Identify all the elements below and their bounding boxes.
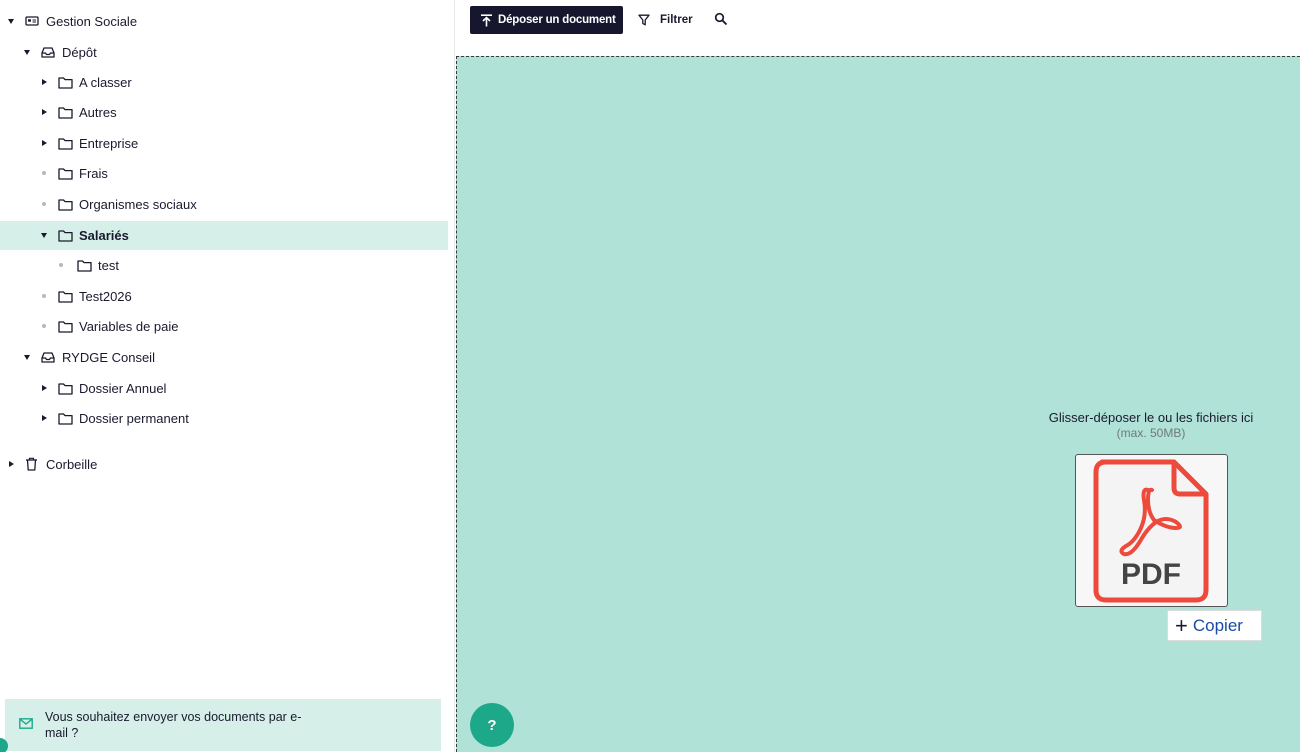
filter-label: Filtrer: [660, 14, 693, 26]
copy-label: Copier: [1192, 615, 1243, 635]
tree-node-label: Autres: [79, 104, 117, 120]
expand-toggle[interactable]: [22, 47, 32, 57]
inbox-tray-icon: [41, 350, 56, 364]
leaf-bullet: [39, 168, 49, 178]
folder-icon: [58, 411, 73, 425]
email-upload-banner[interactable]: Vous souhaitez envoyer vos documents par…: [5, 699, 441, 751]
email-banner-text: Vous souhaitez envoyer vos documents par…: [45, 710, 302, 740]
tree-node-frais[interactable]: Frais: [0, 158, 448, 188]
dragged-pdf-file[interactable]: PDF: [1075, 454, 1228, 607]
folder-tree-panel: Gestion Sociale Dépôt A classer Autres E…: [0, 0, 455, 752]
tree-node-label: Corbeille: [46, 456, 98, 472]
folder-icon: [58, 229, 73, 243]
help-button[interactable]: ?: [470, 703, 514, 747]
folder-icon: [58, 381, 73, 395]
trash-icon: [25, 457, 40, 471]
expand-toggle[interactable]: [39, 413, 49, 423]
folder-icon: [58, 105, 73, 119]
expand-toggle[interactable]: [39, 77, 49, 87]
upload-icon: [480, 13, 493, 27]
tree-node-test[interactable]: test: [0, 250, 448, 280]
tree-node-dossier-annuel[interactable]: Dossier Annuel: [0, 373, 448, 403]
pdf-file-icon: PDF: [1093, 459, 1208, 602]
folder-icon: [58, 197, 73, 211]
tree-node-label: Test2026: [79, 288, 132, 304]
tree-node-rydge-conseil[interactable]: RYDGE Conseil: [0, 342, 448, 372]
tree-node-salaries[interactable]: Salariés: [0, 221, 448, 250]
tree-node-organismes-sociaux[interactable]: Organismes sociaux: [0, 189, 448, 219]
expand-toggle[interactable]: [39, 231, 49, 241]
drop-instruction: Glisser-déposer le ou les fichiers ici: [1048, 410, 1254, 425]
folder-icon: [58, 75, 73, 89]
id-card-icon: [25, 14, 40, 28]
tree-node-label: Variables de paie: [79, 318, 179, 334]
folder-icon: [77, 258, 92, 272]
leaf-bullet: [39, 199, 49, 209]
document-toolbar: Déposer un document Filtrer: [456, 0, 1300, 56]
tree-node-label: Gestion Sociale: [46, 13, 138, 29]
expand-toggle[interactable]: [39, 107, 49, 117]
tree-node-label: Dossier Annuel: [79, 380, 167, 396]
folder-icon: [58, 289, 73, 303]
folder-icon: [58, 136, 73, 150]
tree-node-label: Dossier permanent: [79, 410, 189, 426]
upload-document-button[interactable]: Déposer un document: [470, 6, 623, 34]
tree-node-gestion-sociale[interactable]: Gestion Sociale: [0, 6, 448, 36]
leaf-bullet: [56, 260, 66, 270]
folder-icon: [58, 319, 73, 333]
copy-drop-indicator: + Copier: [1167, 610, 1262, 641]
tree-node-label: A classer: [79, 74, 132, 90]
tree-node-label: Organismes sociaux: [79, 196, 197, 212]
tree-node-label: RYDGE Conseil: [62, 349, 155, 365]
folder-icon: [58, 166, 73, 180]
expand-toggle[interactable]: [39, 383, 49, 393]
tree-node-variables-de-paie[interactable]: Variables de paie: [0, 311, 448, 341]
leaf-bullet: [39, 321, 49, 331]
plus-icon: +: [1175, 612, 1188, 638]
drop-size-limit: (max. 50MB): [1116, 426, 1186, 440]
tree-node-dossier-permanent[interactable]: Dossier permanent: [0, 403, 448, 433]
tree-node-label: Frais: [79, 165, 108, 181]
tree-node-label: Entreprise: [79, 135, 139, 151]
tree-node-label: test: [98, 257, 119, 273]
file-drop-zone[interactable]: Glisser-déposer le ou les fichiers ici (…: [456, 56, 1300, 752]
expand-toggle[interactable]: [6, 459, 16, 469]
tree-node-label: Dépôt: [62, 44, 97, 60]
upload-document-label: Déposer un document: [498, 14, 616, 26]
filter-button[interactable]: Filtrer: [638, 6, 693, 34]
mail-icon: [19, 717, 33, 733]
expand-toggle[interactable]: [22, 352, 32, 362]
leaf-bullet: [39, 291, 49, 301]
tree-node-entreprise[interactable]: Entreprise: [0, 128, 448, 158]
inbox-tray-icon: [41, 45, 56, 59]
pdf-file-type: PDF: [1121, 558, 1181, 591]
tree-node-test2026[interactable]: Test2026: [0, 281, 448, 311]
tree-node-label: Salariés: [79, 228, 129, 243]
tree-node-corbeille[interactable]: Corbeille: [0, 449, 448, 479]
tree-node-depot[interactable]: Dépôt: [0, 37, 448, 67]
tree-node-a-classer[interactable]: A classer: [0, 67, 448, 97]
tree-node-autres[interactable]: Autres: [0, 97, 448, 127]
expand-toggle[interactable]: [39, 138, 49, 148]
filter-icon: [638, 14, 650, 26]
search-icon[interactable]: [714, 12, 730, 28]
expand-toggle[interactable]: [6, 16, 16, 26]
